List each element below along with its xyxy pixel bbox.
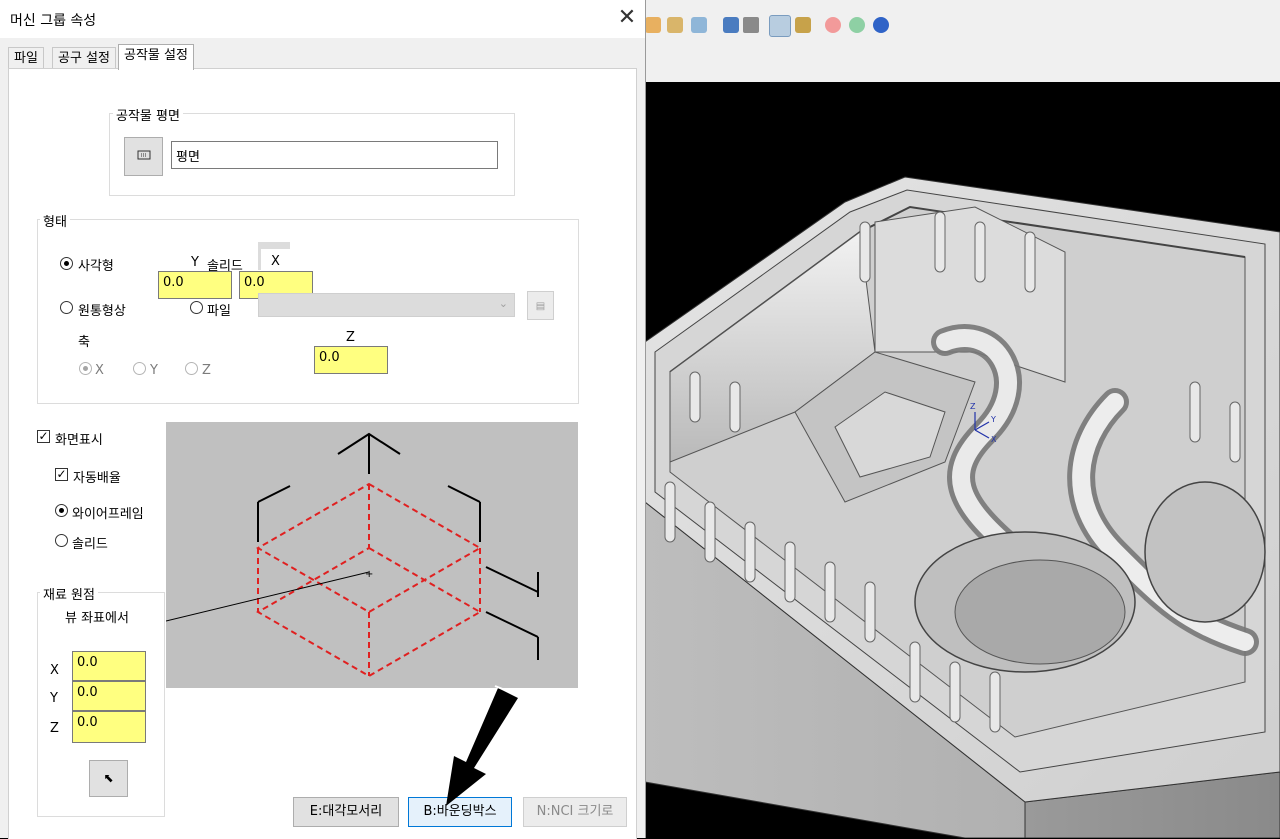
plane-name-field[interactable]: 평면 — [171, 141, 498, 169]
display-checkbox[interactable]: ✓ — [37, 430, 50, 443]
auto-fit-label: 자동배율 — [73, 471, 121, 486]
stock-preview[interactable]: + — [165, 422, 578, 688]
svg-text:Z: Z — [970, 402, 976, 411]
stop-icon[interactable] — [825, 17, 841, 33]
axis-x-label: X — [95, 363, 104, 378]
app-toolbar — [645, 0, 1280, 82]
part-model-render: Z Y X — [645, 176, 1280, 838]
stock-wireframe-diagram: + — [165, 432, 539, 678]
origin-z-label: Z — [50, 721, 59, 736]
help-icon[interactable] — [873, 17, 889, 33]
all-entities-button[interactable]: E:대각모서리 — [293, 797, 399, 827]
axis-z-radio[interactable] — [185, 362, 198, 375]
shape-file-radio[interactable] — [190, 301, 203, 314]
dialog-title-bar[interactable]: 머신 그룹 속성 ✕ — [0, 0, 645, 38]
close-icon: ✕ — [617, 5, 637, 30]
dialog-title: 머신 그룹 속성 — [10, 13, 97, 29]
view-coordinates-label: 뷰 좌표에서 — [65, 611, 129, 626]
stock-plane-legend: 공작물 평면 — [113, 105, 183, 124]
origin-x-field[interactable]: 0.0 — [72, 651, 146, 681]
arrow-select-icon[interactable] — [743, 17, 759, 33]
shape-file-label: 파일 — [207, 304, 231, 319]
verify-toggle-icon[interactable] — [769, 15, 791, 37]
origin-x-label: X — [50, 663, 59, 678]
origin-z-field[interactable]: 0.0 — [72, 711, 146, 743]
shape-cylindrical-label: 원통형상 — [78, 304, 126, 319]
z-size-field[interactable]: 0.0 — [314, 346, 388, 374]
origin-y-field[interactable]: 0.0 — [72, 681, 146, 711]
folder-tree-icon: ▤ — [535, 301, 546, 312]
tab-files[interactable]: 파일 — [8, 47, 44, 70]
wireframe-label: 와이어프레임 — [72, 507, 144, 522]
z-size-label: Z — [346, 330, 355, 345]
cursor-arrow-icon: ⬉ — [103, 771, 114, 785]
shape-cylindrical-radio[interactable] — [60, 301, 73, 314]
machine-group-properties-dialog: 머신 그룹 속성 ✕ 파일 공구 설정 공작물 설정 공작물 평면 평면 형태 … — [0, 0, 646, 839]
axis-y-label: Y — [150, 363, 158, 378]
svg-text:X: X — [991, 435, 997, 444]
select-origin-button[interactable]: ⬉ — [89, 760, 128, 797]
axis-z-label: Z — [202, 363, 211, 378]
display-label: 화면표시 — [55, 433, 103, 448]
shape-legend: 형태 — [40, 211, 70, 230]
ok-icon[interactable] — [849, 17, 865, 33]
box-orange-icon[interactable] — [645, 17, 661, 33]
solid-display-label: 솔리드 — [72, 537, 108, 552]
chevron-down-icon: ⌄ — [498, 297, 508, 310]
origin-y-label: Y — [50, 691, 58, 706]
wireframe-radio[interactable] — [55, 504, 68, 517]
plane-grid-icon — [137, 150, 150, 160]
axis-x-radio[interactable] — [79, 362, 92, 375]
browse-file-button[interactable]: ▤ — [527, 291, 554, 320]
solid-display-radio[interactable] — [55, 534, 68, 547]
auto-fit-checkbox[interactable]: ✓ — [55, 468, 68, 481]
graphics-viewport[interactable]: Z Y X — [645, 82, 1280, 838]
clipboard-check-icon[interactable] — [795, 17, 811, 33]
axis-y-radio[interactable] — [133, 362, 146, 375]
tab-stock-setup[interactable]: 공작물 설정 — [118, 44, 194, 70]
shape-rectangular-label: 사각형 — [78, 259, 114, 274]
file-path-dropdown[interactable]: ⌄ — [258, 293, 515, 317]
box-tan-icon[interactable] — [667, 17, 683, 33]
close-button[interactable]: ✕ — [612, 4, 642, 34]
svg-text:Y: Y — [990, 415, 996, 424]
move-to-origin-icon[interactable] — [723, 17, 739, 33]
select-plane-button[interactable] — [124, 137, 163, 176]
stock-origin-legend: 재료 원점 — [40, 584, 98, 603]
x-size-label: X — [271, 254, 280, 269]
shape-rectangular-radio[interactable] — [60, 257, 73, 270]
axis-label: 축 — [78, 335, 90, 350]
annotation-arrow-icon — [446, 685, 521, 806]
y-size-label: Y — [191, 255, 199, 270]
y-size-field[interactable]: 0.0 — [158, 271, 232, 299]
svg-text:+: + — [365, 569, 373, 580]
box-blue-icon[interactable] — [691, 17, 707, 33]
nci-extents-button[interactable]: N:NCI 크기로 — [523, 797, 627, 827]
tab-tool-settings[interactable]: 공구 설정 — [52, 47, 116, 70]
